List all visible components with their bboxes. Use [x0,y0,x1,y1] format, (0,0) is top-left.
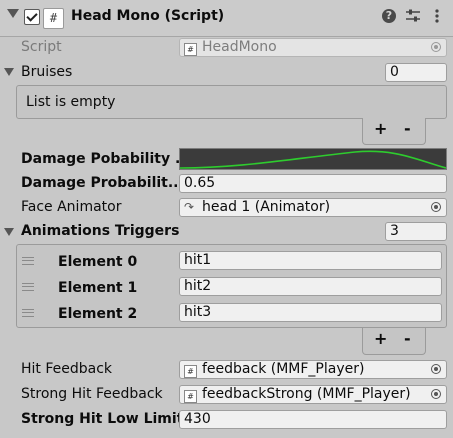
script-hash-icon: # [184,390,197,403]
object-picker-icon[interactable] [431,364,441,374]
drag-handle-icon[interactable] [22,309,34,317]
strong-hit-feedback-field[interactable]: # feedbackStrong (MMF_Player) [179,385,447,404]
hit-feedback-label: Hit Feedback [21,361,113,377]
element-label: Element 1 [58,280,138,296]
element-field[interactable]: hit1 [179,251,442,270]
element-label: Element 0 [58,254,138,270]
strong-hit-feedback-value: feedbackStrong (MMF_Player) [202,386,411,402]
script-value: HeadMono [202,39,277,55]
empty-list-text: List is empty [26,94,116,110]
object-picker-icon[interactable] [431,389,441,399]
bruises-foldout-icon[interactable] [4,68,14,76]
face-animator-field[interactable]: ↷ head 1 (Animator) [179,198,447,217]
damage-prob-field[interactable]: 0.65 [179,174,447,193]
bruises-list: List is empty [16,85,447,119]
anim-triggers-size-field[interactable]: 3 [385,222,447,241]
damage-curve-line [180,150,446,169]
anim-triggers-remove-button[interactable]: - [404,329,411,348]
hit-feedback-field[interactable]: # feedback (MMF_Player) [179,360,447,379]
hit-feedback-value: feedback (MMF_Player) [202,361,365,377]
drag-handle-icon[interactable] [22,283,34,291]
component-title: Head Mono (Script) [71,8,225,24]
damage-curve-label: Damage Pobability ... [21,151,191,167]
damage-curve-field[interactable] [179,148,447,170]
drag-handle-icon[interactable] [22,257,34,265]
bruises-add-remove: + - [362,118,426,145]
enabled-checkbox[interactable] [24,9,40,25]
help-icon[interactable]: ? [382,9,396,23]
face-animator-label: Face Animator [21,199,122,215]
bruises-remove-button[interactable]: - [404,119,411,138]
bruises-size-field[interactable]: 0 [385,63,447,82]
anim-triggers-label: Animations Triggers [21,223,180,239]
script-field[interactable]: # HeadMono [179,38,447,57]
anim-triggers-foldout-icon[interactable] [4,228,14,236]
presets-icon[interactable] [405,8,421,28]
animator-icon: ↷ [184,200,195,214]
component-header: # Head Mono (Script) ? [0,0,453,37]
damage-prob-label: Damage Probabilit... [21,175,184,191]
strong-hit-low-limit-label: Strong Hit Low Limit [21,411,184,427]
element-field[interactable]: hit2 [179,277,442,296]
anim-triggers-add-remove: + - [362,328,426,355]
kebab-menu-icon[interactable] [434,8,440,28]
strong-hit-low-limit-field[interactable]: 430 [179,410,447,429]
bruises-label: Bruises [21,64,73,80]
element-field[interactable]: hit3 [179,303,442,322]
strong-hit-feedback-label: Strong Hit Feedback [21,386,163,402]
script-icon: # [43,8,64,29]
bruises-add-button[interactable]: + [374,119,387,138]
object-picker-icon[interactable] [431,202,441,212]
face-animator-value: head 1 (Animator) [202,199,331,215]
script-label: Script [21,39,62,55]
foldout-arrow-icon[interactable] [7,9,19,18]
anim-triggers-add-button[interactable]: + [374,329,387,348]
anim-triggers-list: Element 0 hit1 Element 1 hit2 Element 2 … [16,244,447,328]
script-hash-icon: # [184,365,197,378]
object-picker-icon[interactable] [431,42,441,52]
element-label: Element 2 [58,306,138,322]
script-hash-icon: # [184,43,197,56]
